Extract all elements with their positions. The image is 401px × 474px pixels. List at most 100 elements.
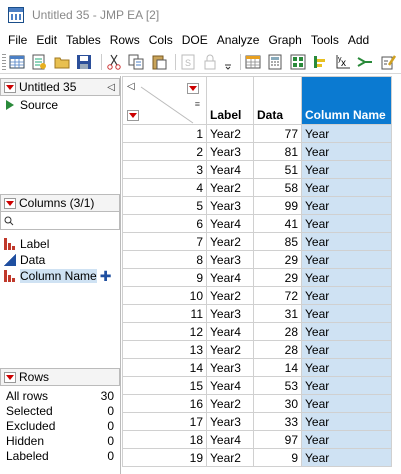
rows-stat-hidden[interactable]: Hidden 0	[6, 433, 114, 448]
menu-file[interactable]: File	[0, 33, 27, 47]
cell-data[interactable]: 81	[253, 142, 302, 161]
copy-icon[interactable]	[127, 53, 145, 71]
cell-data[interactable]: 51	[253, 160, 302, 179]
table-row[interactable]: 3 Year4 51 Year	[122, 160, 392, 179]
cell-label[interactable]: Year2	[206, 178, 254, 197]
cell-data[interactable]: 30	[253, 394, 302, 413]
paste-icon[interactable]	[149, 53, 167, 71]
table-row[interactable]: 8 Year3 29 Year	[122, 250, 392, 269]
red-triangle-icon[interactable]	[4, 197, 16, 209]
column-header-label[interactable]: Label	[206, 76, 254, 125]
cell-data[interactable]: 41	[253, 214, 302, 233]
table-row[interactable]: 2 Year3 81 Year	[122, 142, 392, 161]
cell-data[interactable]: 9	[253, 448, 302, 467]
cell-label[interactable]: Year4	[206, 322, 254, 341]
cell-column-name[interactable]: Year	[301, 250, 392, 269]
table-row[interactable]: 7 Year2 85 Year	[122, 232, 392, 251]
table-row[interactable]: 17 Year3 33 Year	[122, 412, 392, 431]
save-icon[interactable]	[75, 53, 93, 71]
column-search[interactable]	[0, 212, 120, 230]
columns-panel-header[interactable]: Columns (3/1)	[0, 194, 120, 212]
table-row[interactable]: 11 Year3 31 Year	[122, 304, 392, 323]
corner-cell[interactable]: ◁ ≡	[122, 76, 207, 125]
cell-label[interactable]: Year2	[206, 232, 254, 251]
table-row[interactable]: 5 Year3 99 Year	[122, 196, 392, 215]
cell-column-name[interactable]: Year	[301, 376, 392, 395]
row-number[interactable]: 11	[122, 304, 207, 323]
cell-column-name[interactable]: Year	[301, 178, 392, 197]
table-row[interactable]: 9 Year4 29 Year	[122, 268, 392, 287]
row-number[interactable]: 5	[122, 196, 207, 215]
new-script-icon[interactable]	[30, 53, 48, 71]
cell-column-name[interactable]: Year	[301, 358, 392, 377]
menu-graph[interactable]: Graph	[260, 33, 301, 47]
table-row[interactable]: 13 Year2 28 Year	[122, 340, 392, 359]
table-row[interactable]: 18 Year4 97 Year	[122, 430, 392, 449]
cell-data[interactable]: 53	[253, 376, 302, 395]
cell-label[interactable]: Year4	[206, 430, 254, 449]
cell-label[interactable]: Year3	[206, 142, 254, 161]
cell-data[interactable]: 85	[253, 232, 302, 251]
red-triangle-icon[interactable]	[4, 81, 16, 93]
cell-data[interactable]: 97	[253, 430, 302, 449]
row-number[interactable]: 8	[122, 250, 207, 269]
cell-column-name[interactable]: Year	[301, 394, 392, 413]
cell-label[interactable]: Year2	[206, 340, 254, 359]
table-row[interactable]: 4 Year2 58 Year	[122, 178, 392, 197]
cell-column-name[interactable]: Year	[301, 430, 392, 449]
cell-label[interactable]: Year4	[206, 214, 254, 233]
menu-tools[interactable]: Tools	[303, 33, 339, 47]
columns-red-triangle-icon[interactable]	[187, 83, 199, 94]
row-filter-icon[interactable]: ≡	[195, 99, 200, 109]
row-number[interactable]: 17	[122, 412, 207, 431]
menu-doe[interactable]: DOE	[174, 33, 208, 47]
cell-column-name[interactable]: Year	[301, 322, 392, 341]
cell-label[interactable]: Year3	[206, 250, 254, 269]
cell-column-name[interactable]: Year	[301, 268, 392, 287]
toolbar-overflow-icon[interactable]	[224, 53, 233, 71]
cell-label[interactable]: Year2	[206, 394, 254, 413]
fit-y-by-x-icon[interactable]: xy	[334, 53, 352, 71]
column-header-column-name[interactable]: Column Name	[301, 76, 392, 125]
rows-stat-selected[interactable]: Selected 0	[6, 403, 114, 418]
cell-label[interactable]: Year2	[206, 286, 254, 305]
row-number[interactable]: 19	[122, 448, 207, 467]
table-row[interactable]: 12 Year4 28 Year	[122, 322, 392, 341]
row-number[interactable]: 13	[122, 340, 207, 359]
row-number[interactable]: 18	[122, 430, 207, 449]
fit-model-icon[interactable]	[356, 53, 374, 71]
cell-column-name[interactable]: Year	[301, 448, 392, 467]
cell-data[interactable]: 14	[253, 358, 302, 377]
column-item-label[interactable]: Label	[0, 236, 120, 252]
cell-label[interactable]: Year4	[206, 376, 254, 395]
distribution-icon[interactable]	[311, 53, 329, 71]
menu-analyze[interactable]: Analyze	[209, 33, 260, 47]
cut-icon[interactable]	[104, 53, 122, 71]
menu-edit[interactable]: Edit	[28, 33, 57, 47]
row-number[interactable]: 14	[122, 358, 207, 377]
row-number[interactable]: 1	[122, 124, 207, 143]
cell-column-name[interactable]: Year	[301, 160, 392, 179]
source-script[interactable]: Source	[0, 97, 120, 113]
cell-column-name[interactable]: Year	[301, 232, 392, 251]
cell-label[interactable]: Year3	[206, 412, 254, 431]
new-table-icon[interactable]	[8, 53, 26, 71]
row-number[interactable]: 7	[122, 232, 207, 251]
cell-data[interactable]: 31	[253, 304, 302, 323]
row-number[interactable]: 16	[122, 394, 207, 413]
red-triangle-icon[interactable]	[4, 371, 16, 383]
menu-add[interactable]: Add	[340, 33, 369, 47]
cell-label[interactable]: Year4	[206, 160, 254, 179]
menu-tables[interactable]: Tables	[58, 33, 101, 47]
rows-panel-header[interactable]: Rows	[0, 368, 120, 386]
row-number[interactable]: 3	[122, 160, 207, 179]
table-row[interactable]: 15 Year4 53 Year	[122, 376, 392, 395]
row-number[interactable]: 9	[122, 268, 207, 287]
rows-stat-labeled[interactable]: Labeled 0	[6, 448, 114, 463]
table-row[interactable]: 14 Year3 14 Year	[122, 358, 392, 377]
cell-label[interactable]: Year2	[206, 448, 254, 467]
row-number[interactable]: 6	[122, 214, 207, 233]
menu-cols[interactable]: Cols	[141, 33, 173, 47]
cell-data[interactable]: 99	[253, 196, 302, 215]
cell-label[interactable]: Year4	[206, 268, 254, 287]
